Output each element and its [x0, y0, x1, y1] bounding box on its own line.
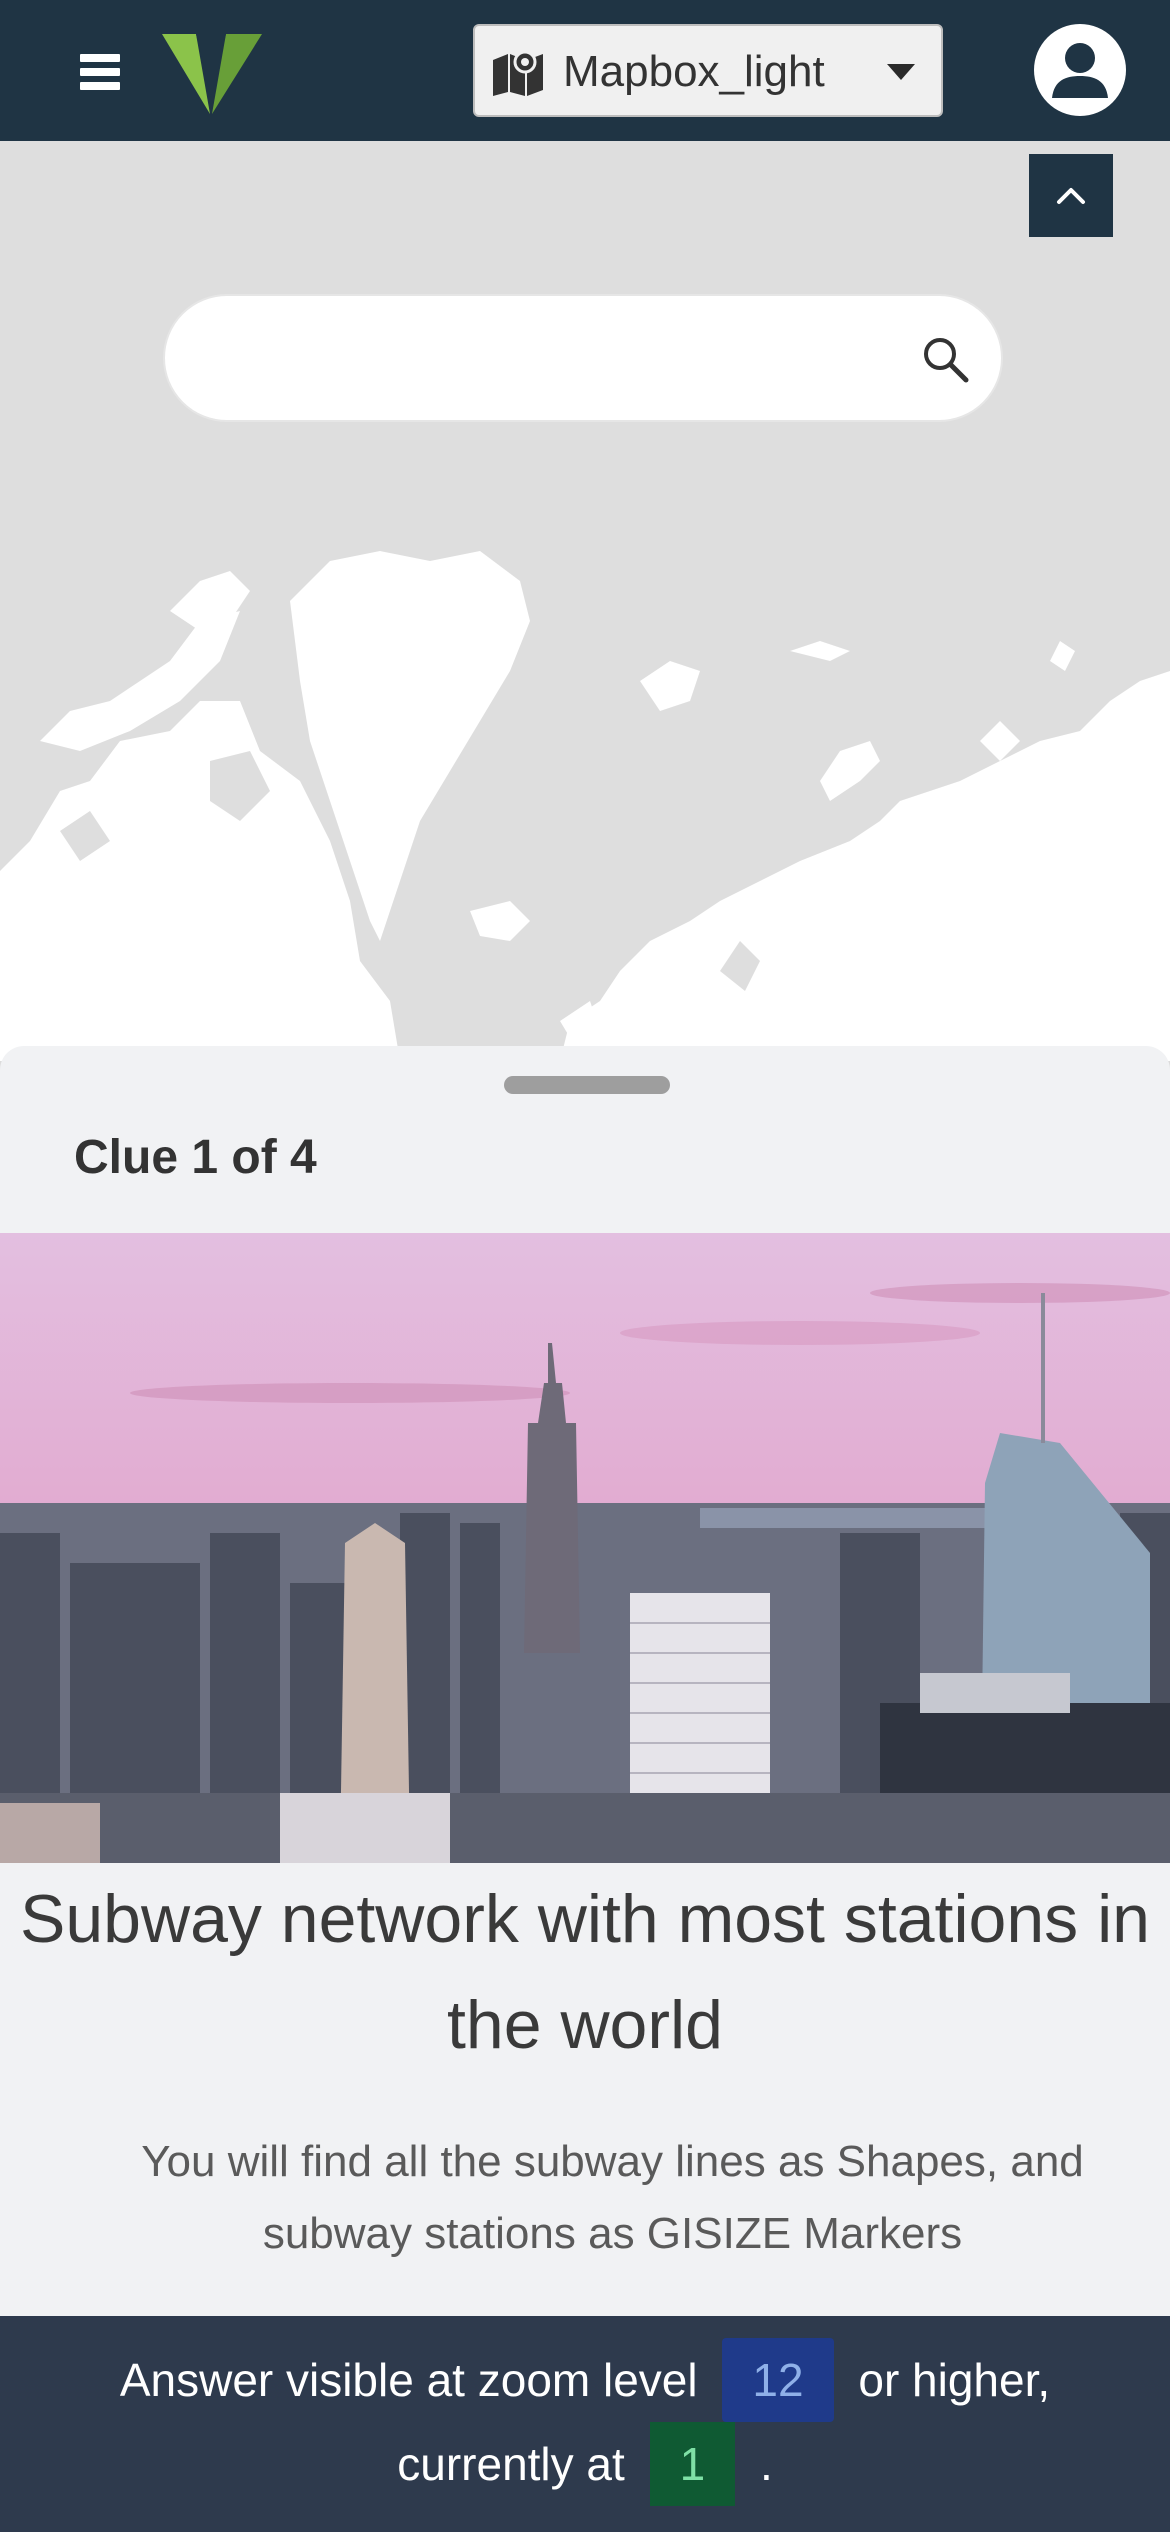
- current-zoom-end: .: [759, 2438, 773, 2490]
- clue-heading: Subway network with most stations in the…: [19, 1881, 1151, 2063]
- basemap-selected-label: Mapbox_light: [563, 47, 825, 96]
- zoom-requirement-suffix: or higher,: [858, 2354, 1051, 2406]
- hamburger-icon-bar: [80, 68, 120, 76]
- current-zoom-line: currently at 1 .: [0, 2422, 1170, 2506]
- map-icon: [493, 50, 543, 96]
- clue-image: [0, 1233, 1170, 1863]
- caret-down-icon: [887, 64, 915, 80]
- zoom-requirement-text: Answer visible at zoom level: [119, 2354, 698, 2406]
- required-zoom-badge: 12: [722, 2338, 834, 2422]
- map-canvas[interactable]: [0, 141, 1170, 1061]
- menu-button[interactable]: [70, 44, 130, 100]
- zoom-status-bar: Answer visible at zoom level 12 or highe…: [0, 2316, 1170, 2532]
- basemap-select[interactable]: Mapbox_light: [473, 24, 943, 117]
- hamburger-icon-bar: [80, 82, 120, 90]
- clue-counter-title: Clue 1 of 4: [74, 1131, 317, 1184]
- chevron-up-icon: [1057, 188, 1085, 204]
- search-box[interactable]: [163, 294, 1003, 422]
- top-bar: Mapbox_light: [0, 0, 1170, 141]
- search-icon[interactable]: [920, 334, 970, 384]
- drag-handle[interactable]: [504, 1076, 670, 1094]
- user-avatar-icon[interactable]: [1034, 24, 1126, 116]
- hamburger-icon: [80, 54, 120, 62]
- collapse-toolbar-button[interactable]: [1029, 154, 1113, 237]
- zoom-requirement-line: Answer visible at zoom level 12 or highe…: [0, 2338, 1170, 2422]
- gisize-logo-icon[interactable]: [160, 28, 264, 118]
- world-basemap: [0, 551, 1170, 1061]
- search-input[interactable]: [205, 326, 885, 392]
- current-zoom-badge: 1: [649, 2422, 736, 2506]
- clue-description: You will find all the subway lines as Sh…: [141, 2137, 1084, 2258]
- clue-sheet: Clue 1 of 4 Subway network with most sta…: [0, 1046, 1170, 2316]
- current-zoom-text: currently at: [397, 2438, 625, 2490]
